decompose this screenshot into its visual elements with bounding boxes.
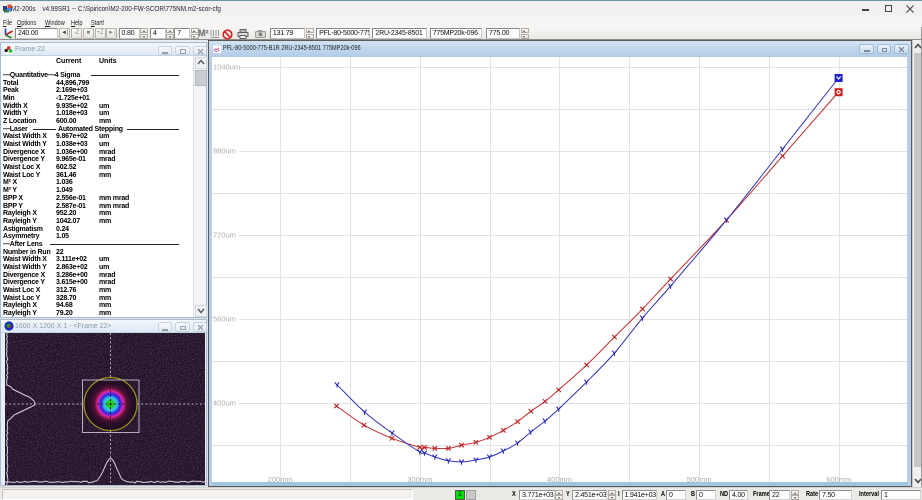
svg-text:1040um: 1040um — [213, 63, 240, 72]
svg-text:720um: 720um — [213, 231, 236, 240]
svg-text:400um: 400um — [213, 399, 236, 408]
svg-text:880um: 880um — [213, 147, 236, 156]
svg-text:560um: 560um — [213, 315, 236, 324]
